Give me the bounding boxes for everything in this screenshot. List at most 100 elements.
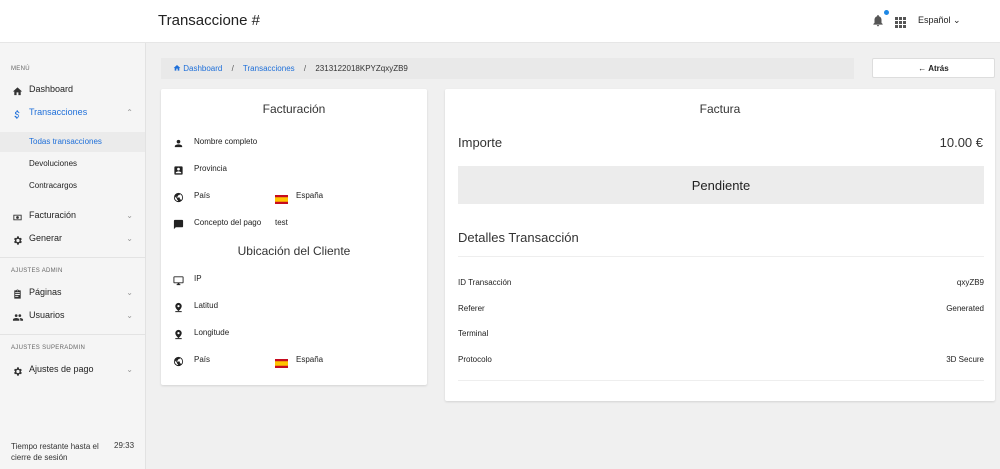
monitor-icon: [173, 273, 184, 286]
clipboard-icon: [12, 287, 23, 299]
sidebar-item-label: Facturación: [29, 210, 77, 220]
invoice-icon: [12, 210, 23, 221]
spain-flag-icon: [275, 191, 288, 204]
globe-icon: [173, 190, 184, 203]
sidebar-divider: [0, 257, 145, 258]
gear-icon: [12, 364, 23, 376]
sidebar-item-label: Ajustes de pago: [29, 364, 94, 374]
location-row-ip: IP: [161, 271, 427, 289]
home-icon: [173, 65, 181, 71]
person-icon: [173, 136, 184, 148]
sidebar-item-facturacion[interactable]: Facturación ⌄: [0, 205, 145, 227]
sidebar-subitem-contracargos[interactable]: Contracargos: [0, 176, 145, 196]
breadcrumb-home-label: Dashboard: [183, 64, 223, 73]
details-row-label: Protocolo: [458, 355, 492, 364]
session-timeout-label: Tiempo restante hasta el cierre de sesió…: [11, 442, 99, 462]
home-icon: [12, 84, 23, 96]
sidebar-item-label: Usuarios: [29, 310, 65, 320]
details-row-terminal: Terminal: [458, 329, 984, 343]
billing-row-label: Provincia: [194, 164, 227, 173]
sidebar-item-generar[interactable]: Generar ⌄: [0, 228, 145, 250]
breadcrumb: Dashboard / Transacciones / 2313122018KP…: [161, 58, 854, 79]
top-header: Transaccione # Español ⌄: [0, 0, 1000, 43]
details-row-label: Referer: [458, 304, 485, 313]
notification-dot: [884, 10, 889, 15]
back-button[interactable]: ← Atrás: [872, 58, 995, 78]
comment-icon: [173, 217, 184, 230]
breadcrumb-section[interactable]: Transacciones: [243, 64, 295, 73]
sidebar-item-transacciones[interactable]: Transacciones ⌃: [0, 102, 145, 124]
chevron-up-icon: ⌃: [126, 108, 133, 117]
sidebar-item-label: Transacciones: [29, 107, 88, 117]
billing-row-label: País: [194, 191, 211, 200]
breadcrumb-current: 2313122018KPYZqxyZB9: [315, 64, 408, 73]
chevron-down-icon: ⌄: [126, 311, 133, 320]
page-title: Transaccione #: [158, 12, 260, 29]
apps-grid-icon[interactable]: [895, 15, 906, 28]
details-row-id: ID Transacción qxyZB9: [458, 278, 984, 292]
sidebar-subitem-label: Devoluciones: [29, 159, 78, 168]
invoice-title: Factura: [699, 102, 741, 116]
status-badge: Pendiente: [458, 166, 984, 204]
sidebar-item-ajustes-de-pago[interactable]: Ajustes de pago ⌄: [0, 359, 145, 381]
notifications-bell-icon[interactable]: [871, 10, 889, 29]
sidebar-item-paginas[interactable]: Páginas ⌄: [0, 282, 145, 304]
admin-section-label: AJUSTES ADMIN: [11, 268, 63, 274]
details-row-referer: Referer Generated: [458, 304, 984, 318]
billing-title: Facturación: [262, 102, 326, 116]
billing-row-label: Concepto del pago: [194, 218, 262, 227]
sidebar-item-usuarios[interactable]: Usuarios ⌄: [0, 305, 145, 327]
billing-row-nombre: Nombre completo: [161, 134, 427, 152]
sidebar-item-dashboard[interactable]: Dashboard: [0, 79, 145, 101]
amount-label: Importe: [458, 135, 503, 150]
chevron-down-icon: ⌄: [126, 288, 133, 297]
billing-row-concepto: Concepto del pago test: [161, 215, 427, 233]
customer-info-card: Facturación Nombre completo Provincia Pa…: [161, 89, 427, 385]
pin-icon: [173, 300, 184, 313]
pin-icon: [173, 327, 184, 340]
sidebar-item-label: Dashboard: [29, 84, 74, 94]
location-row-pais: País España: [161, 352, 427, 370]
menu-section-label: MENÚ: [11, 66, 30, 72]
chevron-down-icon: ⌄: [950, 15, 961, 25]
details-row-protocolo: Protocolo 3D Secure: [458, 355, 984, 369]
globe-icon: [173, 354, 184, 367]
billing-row-pais: País España: [161, 188, 427, 206]
location-title: Ubicación del Cliente: [237, 244, 351, 258]
invoice-card: Factura Importe 10.00 € Pendiente Detall…: [445, 89, 995, 401]
location-row-label: Longitude: [194, 328, 230, 337]
details-row-label: ID Transacción: [458, 278, 512, 287]
details-divider: [458, 256, 984, 257]
breadcrumb-separator: /: [231, 64, 234, 73]
dollar-icon: [12, 107, 23, 119]
details-row-value: Generated: [946, 304, 984, 313]
details-divider: [458, 380, 984, 381]
location-row-label: País: [194, 355, 211, 364]
sidebar-divider: [0, 334, 145, 335]
superadmin-section-label: AJUSTES SUPERADMIN: [11, 345, 86, 351]
sidebar-subitem-devoluciones[interactable]: Devoluciones: [0, 154, 145, 174]
details-row-value: 3D Secure: [946, 355, 984, 364]
language-selector[interactable]: Español ⌄: [918, 15, 961, 26]
sidebar-subitem-todas-transacciones[interactable]: Todas transacciones: [0, 132, 145, 152]
details-row-label: Terminal: [458, 329, 489, 338]
billing-row-provincia: Provincia: [161, 161, 427, 179]
location-row-longitude: Longitude: [161, 325, 427, 343]
breadcrumb-separator: /: [303, 64, 307, 73]
details-row-value: qxyZB9: [956, 278, 984, 287]
billing-row-value: test: [275, 218, 288, 227]
sidebar-subitem-label: Contracargos: [29, 181, 78, 190]
language-label: Español: [918, 15, 951, 25]
location-row-label: IP: [194, 274, 202, 283]
sidebar-subitem-label: Todas transacciones: [29, 137, 102, 146]
session-timeout-value: 29:33: [114, 441, 135, 450]
sidebar-item-label: Generar: [29, 233, 63, 243]
spain-flag-icon: [275, 355, 288, 368]
chevron-down-icon: ⌄: [126, 234, 133, 243]
breadcrumb-home[interactable]: Dashboard: [173, 64, 222, 73]
billing-row-value: España: [296, 191, 324, 200]
gear-icon: [12, 233, 23, 245]
location-row-latitud: Latitud: [161, 298, 427, 316]
billing-row-label: Nombre completo: [194, 137, 258, 146]
contact-card-icon: [173, 163, 184, 175]
